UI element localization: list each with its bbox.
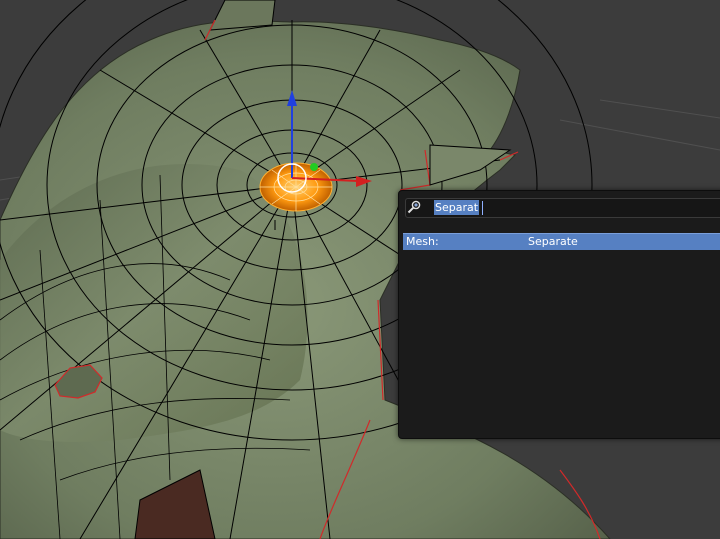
y-axis-handle <box>310 163 318 171</box>
text-cursor <box>482 201 483 215</box>
search-query-text: Separat <box>434 200 480 215</box>
selected-eye[interactable] <box>259 162 333 212</box>
search-result-item[interactable]: Mesh: Separate <box>403 233 720 250</box>
horn-mesh[interactable] <box>209 0 276 31</box>
3d-viewport[interactable]: Separat Mesh: Separate <box>0 0 720 539</box>
result-name: Separate <box>528 235 578 248</box>
result-category: Mesh: <box>406 235 439 248</box>
search-input[interactable]: Separat <box>405 198 720 218</box>
operator-search-popup: Separat Mesh: Separate <box>398 190 720 439</box>
search-icon <box>407 200 421 214</box>
